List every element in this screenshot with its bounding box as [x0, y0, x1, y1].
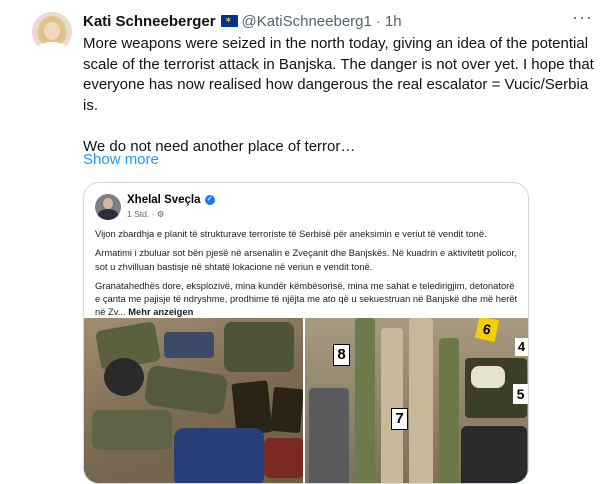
- evidence-tag: 4: [515, 338, 528, 356]
- evidence-tag: 7: [391, 408, 408, 430]
- author-avatar[interactable]: [32, 12, 72, 52]
- embedded-author-name-text: Xhelal Sveçla: [127, 194, 201, 206]
- embedded-post-meta: 1 Std. · ⚙: [127, 209, 165, 219]
- embedded-image-card[interactable]: Xhelal Sveçla ✓ 1 Std. · ⚙ Vijon zbardhj…: [83, 182, 529, 484]
- author-handle[interactable]: @KatiSchneeberg1: [242, 13, 372, 30]
- seized-weapons-photo-left: [84, 318, 303, 483]
- embedded-more-link: Mehr anzeigen: [128, 306, 194, 318]
- embedded-author-avatar: [95, 194, 121, 220]
- author-name[interactable]: Kati Schneeberger: [83, 13, 216, 30]
- embedded-verified-icon: ✓: [204, 195, 215, 205]
- embedded-paragraph: Vijon zbardhja e planit të strukturave t…: [95, 228, 487, 239]
- embedded-paragraph: Granatahedhës dore, eksplozivë, mina kun…: [95, 279, 520, 319]
- evidence-tag: 8: [333, 344, 350, 366]
- evidence-tag: 5: [513, 384, 528, 404]
- tweet-paragraph: More weapons were seized in the north to…: [83, 35, 594, 114]
- separator-dot: ·: [375, 12, 381, 30]
- embedded-paragraph: Armatimi i zbuluar sot bën pjesë në arse…: [95, 247, 517, 272]
- tweet-header: Kati Schneeberger @KatiSchneeberg1 · 1h: [83, 11, 402, 31]
- embedded-author-name: Xhelal Sveçla ✓: [127, 194, 215, 206]
- tweet-paragraph: We do not need another place of terror…: [83, 137, 356, 155]
- show-more-link[interactable]: Show more: [83, 151, 159, 168]
- eu-flag-icon: [220, 13, 238, 27]
- embedded-post-text: Vijon zbardhja e planit të strukturave t…: [95, 227, 520, 325]
- tweet-text: More weapons were seized in the north to…: [83, 34, 603, 157]
- more-options-icon[interactable]: ···: [572, 8, 592, 28]
- tweet: Kati Schneeberger @KatiSchneeberg1 · 1h …: [0, 0, 616, 484]
- seized-weapons-photo-right: 8 7 6 4 5: [305, 318, 528, 483]
- tweet-timestamp[interactable]: 1h: [385, 13, 402, 30]
